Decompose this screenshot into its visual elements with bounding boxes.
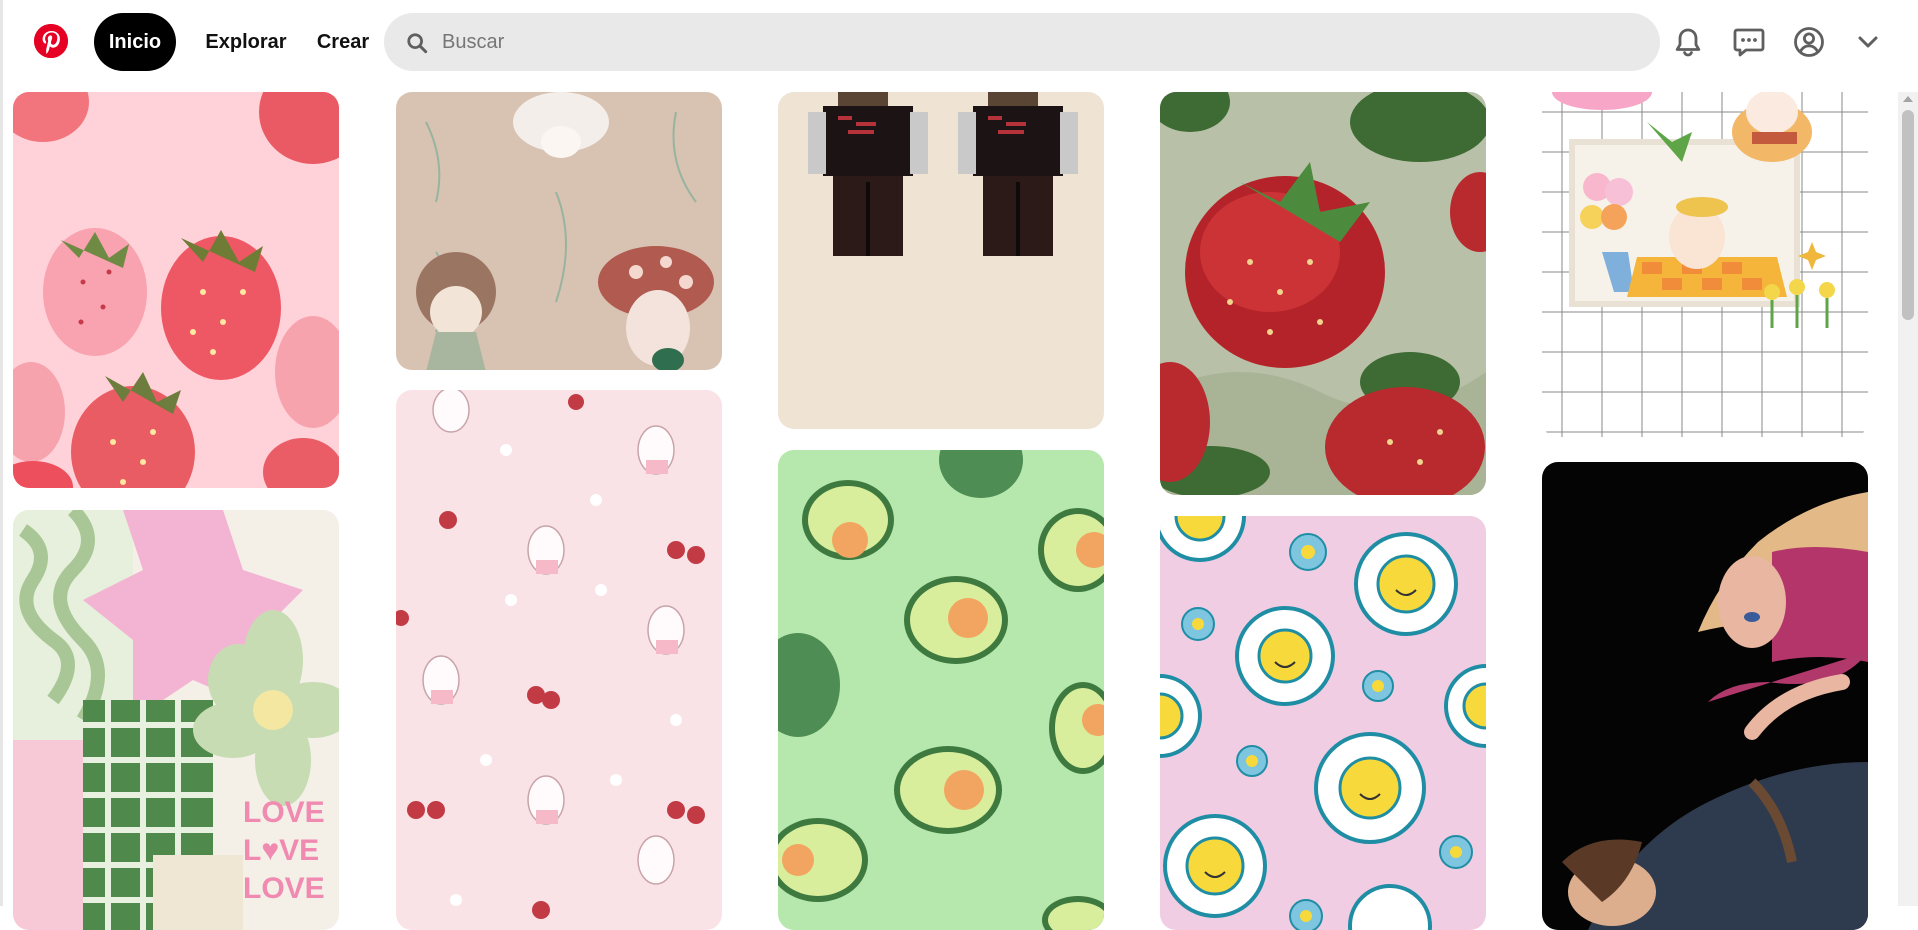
pin-card[interactable] bbox=[1160, 92, 1486, 495]
strawberry-painting-image bbox=[1160, 92, 1486, 495]
scrollbar-thumb[interactable] bbox=[1902, 110, 1914, 320]
pin-card[interactable] bbox=[396, 92, 722, 370]
nav-create-button[interactable]: Crear bbox=[308, 13, 378, 71]
svg-text:L♥VE: L♥VE bbox=[243, 834, 319, 867]
grid-bear-illustration-image bbox=[1542, 92, 1868, 437]
chevron-down-icon[interactable] bbox=[1848, 22, 1888, 62]
search-icon bbox=[407, 33, 428, 54]
pin-card[interactable] bbox=[13, 92, 339, 488]
daisy-smiley-pattern-image bbox=[1160, 516, 1486, 930]
strawberry-pattern-image bbox=[13, 92, 339, 488]
lego-figures-image bbox=[778, 92, 1104, 429]
pin-card[interactable]: LOVE L♥VE LOVE bbox=[13, 510, 339, 930]
mushroom-bunnies-image bbox=[396, 92, 722, 370]
svg-text:LOVE: LOVE bbox=[243, 872, 325, 905]
pin-card[interactable] bbox=[778, 92, 1104, 429]
pastel-collage-image: LOVE L♥VE LOVE bbox=[13, 510, 339, 930]
svg-text:LOVE: LOVE bbox=[243, 796, 325, 829]
search-input[interactable] bbox=[442, 13, 1622, 71]
avocado-pattern-image bbox=[778, 450, 1104, 930]
messages-icon[interactable] bbox=[1729, 22, 1769, 62]
window-edge bbox=[0, 0, 3, 906]
profile-icon[interactable] bbox=[1789, 22, 1829, 62]
pin-card[interactable] bbox=[1160, 516, 1486, 930]
bell-icon[interactable] bbox=[1668, 22, 1708, 62]
scroll-up-arrow[interactable] bbox=[1903, 96, 1913, 102]
pin-card[interactable] bbox=[1542, 92, 1868, 437]
nav-home-button[interactable]: Inicio bbox=[94, 13, 176, 71]
pin-card[interactable] bbox=[1542, 462, 1868, 930]
animated-couple-image bbox=[1542, 462, 1868, 930]
pin-card[interactable] bbox=[778, 450, 1104, 930]
pinterest-logo[interactable] bbox=[34, 24, 68, 58]
bunny-cherry-pattern-image bbox=[396, 390, 722, 930]
nav-explore-button[interactable]: Explorar bbox=[196, 13, 296, 71]
top-header: Inicio Explorar Crear bbox=[0, 0, 1918, 92]
search-bar[interactable] bbox=[384, 13, 1660, 71]
pin-card[interactable] bbox=[396, 390, 722, 930]
page-scrollbar[interactable] bbox=[1898, 92, 1918, 906]
